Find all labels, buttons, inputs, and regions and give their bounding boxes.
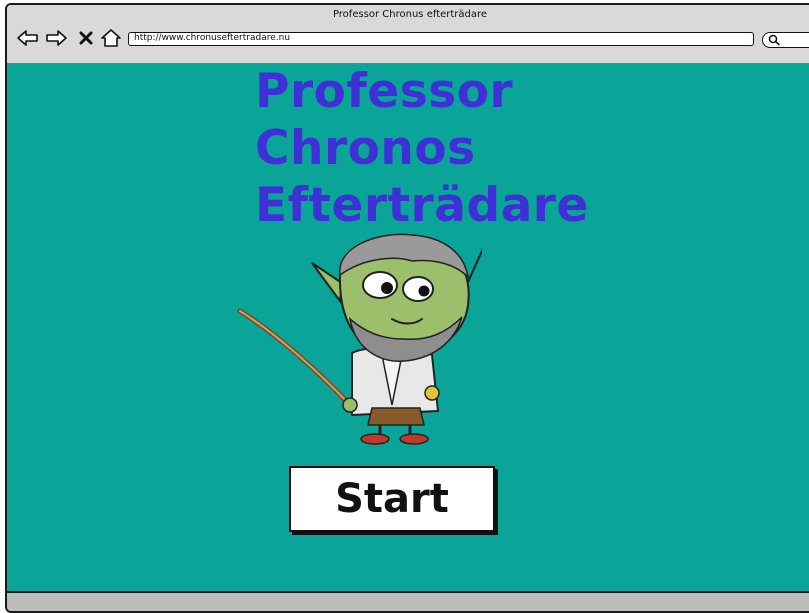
forward-arrow-icon[interactable]: [43, 25, 69, 51]
url-bar[interactable]: http://www.chronuseftertradare.nu: [128, 32, 754, 46]
page-content: Professor Chronos Efterträdare Start: [7, 63, 809, 591]
close-icon[interactable]: [73, 25, 99, 51]
title-line-1: Professor: [255, 64, 514, 119]
browser-chrome: Professor Chronus efterträdare http://ww…: [7, 5, 809, 65]
goblin-professor-illustration: [237, 233, 482, 445]
start-button[interactable]: Start: [289, 466, 495, 532]
search-icon: [768, 34, 780, 46]
browser-window: Professor Chronus efterträdare http://ww…: [5, 3, 809, 613]
title-line-2: Chronos: [255, 121, 476, 176]
page-title: Professor Chronos Efterträdare: [255, 63, 589, 234]
window-title: Professor Chronus efterträdare: [332, 9, 488, 20]
home-icon[interactable]: [98, 25, 124, 51]
back-arrow-icon[interactable]: [15, 25, 41, 51]
status-bar: [7, 591, 809, 611]
search-field[interactable]: [762, 32, 809, 48]
title-line-3: Efterträdare: [255, 178, 589, 233]
